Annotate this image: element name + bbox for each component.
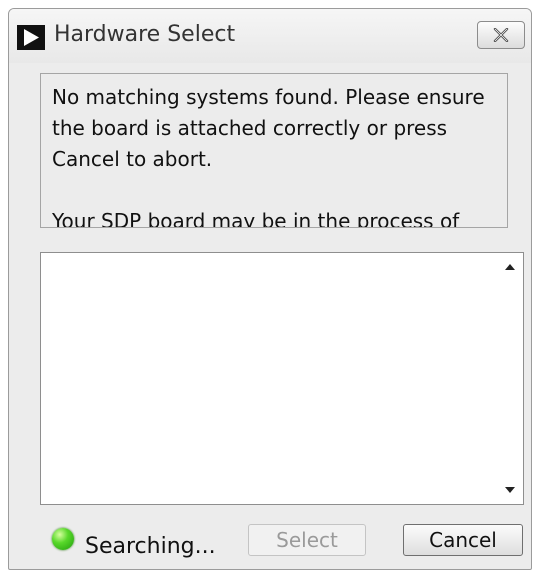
status-text: Searching... [85, 534, 216, 559]
scroll-down-arrow-icon[interactable] [497, 478, 523, 502]
window-title: Hardware Select [54, 22, 236, 47]
message-text: No matching systems found. Please ensure… [52, 85, 485, 228]
vertical-scrollbar[interactable] [497, 253, 523, 504]
play-triangle-icon [17, 25, 45, 50]
close-x-icon [493, 28, 509, 42]
close-button[interactable] [477, 21, 525, 49]
hardware-select-dialog: Hardware Select No matching systems foun… [8, 8, 532, 570]
title-bar: Hardware Select [9, 9, 531, 63]
select-button[interactable]: Select [248, 524, 366, 556]
hardware-list[interactable] [40, 252, 524, 505]
status-indicator-led [52, 528, 74, 550]
scroll-up-arrow-icon[interactable] [497, 255, 523, 279]
cancel-button[interactable]: Cancel [403, 524, 523, 556]
message-panel: No matching systems found. Please ensure… [40, 73, 508, 228]
